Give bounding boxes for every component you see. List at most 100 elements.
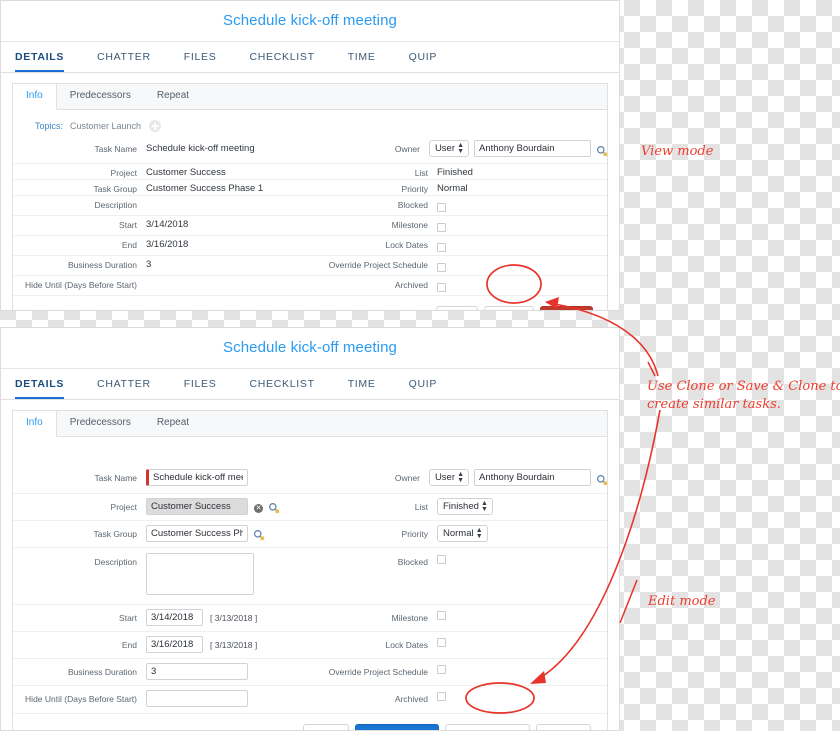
label-task-group-edit: Task Group	[93, 529, 137, 539]
checkbox-override-project-schedule-edit[interactable]	[437, 665, 446, 674]
chevron-updown-icon: ▲ ▼	[457, 141, 464, 155]
checkbox-milestone[interactable]	[437, 223, 446, 232]
tab-files-edit[interactable]: FILES	[184, 378, 217, 399]
subtab-predecessors[interactable]: Predecessors	[57, 84, 144, 109]
search-lookup-icon[interactable]	[253, 529, 265, 541]
tab-chatter[interactable]: CHATTER	[97, 51, 151, 72]
priority-select[interactable]: Normal ▲ ▼	[437, 525, 488, 542]
label-blocked: Blocked	[397, 200, 428, 210]
subtab-repeat-edit[interactable]: Repeat	[144, 411, 202, 436]
checkbox-lock-dates[interactable]	[437, 243, 446, 252]
label-lock-dates-edit: Lock Dates	[385, 640, 428, 650]
tab-checklist[interactable]: CHECKLIST	[249, 51, 314, 72]
owner-type-value: User	[434, 143, 455, 154]
search-lookup-icon[interactable]	[268, 502, 280, 514]
checkbox-archived-edit[interactable]	[437, 692, 446, 701]
edit-row-end: End [ 3/13/2018 ] Lock Dates	[13, 631, 607, 658]
priority-value: Normal	[443, 528, 474, 539]
tab-quip[interactable]: QUIP	[409, 51, 437, 72]
owner-name-input[interactable]	[474, 140, 591, 157]
search-lookup-icon[interactable]	[596, 474, 608, 485]
add-circle-icon[interactable]	[149, 120, 162, 132]
task-group-input[interactable]	[146, 525, 248, 542]
clone-button[interactable]: Clone	[484, 306, 535, 310]
edit-row-hide-until: Hide Until (Days Before Start) Archived	[13, 685, 607, 713]
value-list: Finished	[437, 167, 473, 178]
edit-mode-panel: Schedule kick-off meeting DETAILS CHATTE…	[0, 327, 620, 731]
owner-name-input-edit[interactable]	[474, 469, 591, 486]
business-duration-input[interactable]	[146, 663, 248, 680]
label-list-edit: List	[414, 502, 428, 512]
label-milestone: Milestone	[391, 220, 428, 230]
page-title-edit: Schedule kick-off meeting	[1, 328, 619, 369]
value-start: 3/14/2018	[146, 219, 189, 230]
main-tabbar: DETAILS CHATTER FILES CHECKLIST TIME QUI…	[1, 42, 619, 73]
tab-details-edit[interactable]: DETAILS	[15, 378, 65, 399]
details-card: Info Predecessors Repeat Topics: Custome…	[12, 83, 608, 310]
value-hide-until	[146, 276, 310, 279]
form-row-business-duration: Business Duration 3 Override Project Sch…	[13, 255, 607, 275]
form-row-end: End 3/16/2018 Lock Dates	[13, 235, 607, 255]
tab-quip-edit[interactable]: QUIP	[409, 378, 437, 399]
save-button[interactable]: Save	[302, 724, 349, 730]
project-input[interactable]	[146, 498, 248, 515]
subtab-info-edit[interactable]: Info	[13, 411, 57, 437]
tab-files[interactable]: FILES	[184, 51, 217, 72]
start-date-input[interactable]	[146, 609, 203, 626]
value-task-group: Customer Success Phase 1	[146, 183, 264, 194]
owner-type-select[interactable]: User ▲ ▼	[428, 140, 469, 157]
annotation-clone-hint: Use Clone or Save & Clone to create simi…	[647, 379, 840, 412]
end-date-input[interactable]	[146, 636, 203, 653]
edit-row-project: Project ✕ List Finished ▲▼	[13, 493, 607, 520]
owner-type-value-edit: User	[434, 472, 455, 483]
view-mode-panel: Schedule kick-off meeting DETAILS CHATTE…	[0, 0, 620, 311]
tab-details[interactable]: DETAILS	[15, 51, 65, 72]
value-business-duration: 3	[146, 259, 152, 270]
topics-label: Topics:	[35, 121, 64, 131]
edit-row-task-group: Task Group Priority Normal ▲▼	[13, 520, 607, 547]
delete-button[interactable]: Delete	[540, 306, 593, 310]
list-select[interactable]: Finished ▲ ▼	[437, 498, 493, 515]
label-description: Description	[94, 200, 137, 210]
view-action-bar: Edit Clone Delete	[13, 295, 607, 310]
edit-form: Task Name Owner User ▲▼	[13, 437, 608, 713]
label-start-edit: Start	[119, 613, 137, 623]
label-business-duration: Business Duration	[68, 260, 137, 270]
sub-tabbar: Info Predecessors Repeat	[13, 84, 607, 110]
checkbox-blocked-edit[interactable]	[437, 555, 446, 564]
subtab-repeat[interactable]: Repeat	[144, 84, 202, 109]
tab-time[interactable]: TIME	[348, 51, 376, 72]
page-title: Schedule kick-off meeting	[1, 1, 619, 42]
form-row-project: Project Customer Success List Finished	[13, 163, 607, 179]
edit-row-description: Description Blocked	[13, 547, 607, 604]
label-list: List	[414, 168, 428, 178]
subtab-predecessors-edit[interactable]: Predecessors	[57, 411, 144, 436]
checkbox-milestone-edit[interactable]	[437, 611, 446, 620]
hide-until-input[interactable]	[146, 690, 248, 707]
cancel-button[interactable]: Cancel	[535, 724, 591, 730]
clear-icon[interactable]: ✕	[254, 504, 263, 513]
tab-time-edit[interactable]: TIME	[348, 378, 376, 399]
checkbox-override-project-schedule[interactable]	[437, 263, 446, 272]
edit-button[interactable]: Edit	[436, 306, 479, 310]
subtab-info[interactable]: Info	[13, 84, 57, 110]
tab-chatter-edit[interactable]: CHATTER	[97, 378, 151, 399]
search-lookup-icon[interactable]	[596, 145, 608, 156]
edit-row-business-duration: Business Duration Override Project Sched…	[13, 658, 607, 685]
label-task-name: Task Name	[94, 144, 137, 154]
description-textarea[interactable]	[146, 553, 254, 595]
label-archived: Archived	[394, 280, 428, 290]
edit-row-task-name: Task Name Owner User ▲▼	[13, 469, 608, 493]
task-name-input[interactable]	[146, 469, 248, 486]
label-task-name-edit: Task Name	[94, 473, 137, 483]
checkbox-lock-dates-edit[interactable]	[437, 638, 446, 647]
edit-action-bar: Save Save & Close Save & Clone Cancel	[13, 713, 607, 730]
value-project: Customer Success	[146, 167, 226, 178]
owner-type-select-edit[interactable]: User ▲ ▼	[428, 469, 469, 486]
checkbox-archived[interactable]	[437, 283, 446, 292]
save-clone-button[interactable]: Save & Clone	[445, 724, 530, 730]
tab-checklist-edit[interactable]: CHECKLIST	[249, 378, 314, 399]
label-hide-until: Hide Until (Days Before Start)	[25, 280, 137, 290]
save-close-button[interactable]: Save & Close	[354, 724, 440, 730]
checkbox-blocked[interactable]	[437, 203, 446, 212]
